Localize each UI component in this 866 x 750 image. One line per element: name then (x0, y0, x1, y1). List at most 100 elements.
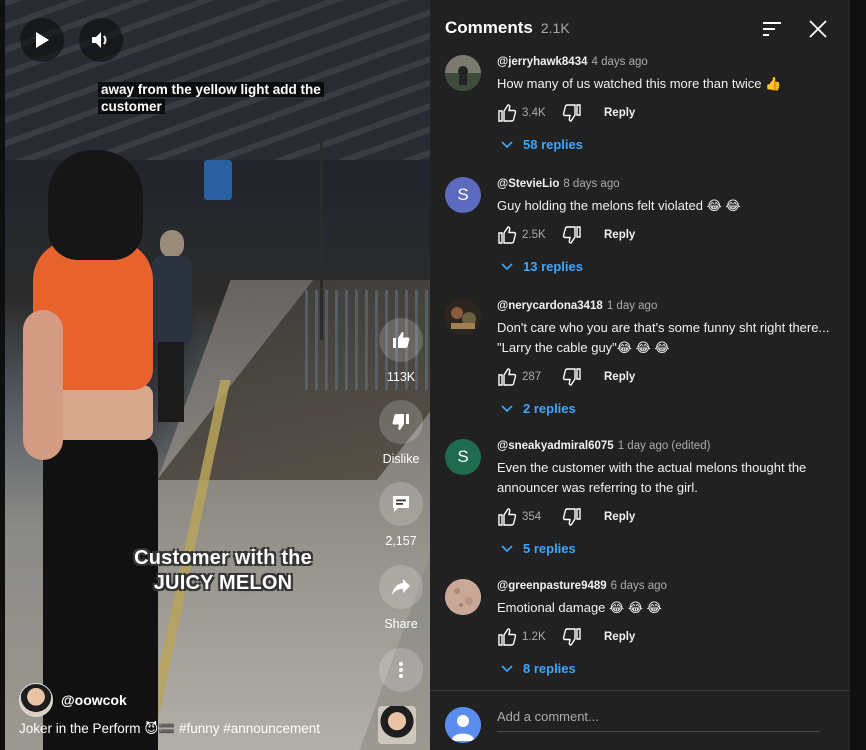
thumb-down-icon[interactable] (562, 507, 582, 527)
view-replies-button[interactable]: 13 replies (501, 259, 837, 274)
thumb-down-icon (392, 414, 409, 430)
view-replies-button[interactable]: 8 replies (501, 661, 837, 676)
avatar-photo-icon (445, 579, 481, 615)
dislike-button[interactable]: Dislike (374, 400, 428, 466)
comment-text: How many of us watched this more than tw… (497, 76, 782, 91)
comment-meta: @greenpasture9489 6 days ago (497, 579, 837, 593)
comment-avatar[interactable]: S (445, 177, 481, 213)
comment-time: 8 days ago (563, 178, 620, 190)
comment-count: 2,157 (385, 534, 417, 548)
comment-text: Even the customer with the actual melons… (497, 460, 807, 495)
comments-title: Comments (445, 18, 533, 37)
thumb-up-icon (393, 332, 410, 348)
reply-button[interactable]: Reply (604, 631, 635, 643)
more-vert-icon (399, 662, 403, 678)
comment-like-count: 287 (522, 371, 542, 383)
video-player[interactable]: away from the yellow light add the custo… (5, 0, 430, 750)
thumb-up-icon[interactable] (497, 507, 517, 527)
comment-avatar[interactable]: S (445, 439, 481, 475)
close-icon[interactable] (806, 17, 830, 41)
comment-author[interactable]: @jerryhawk8434 (497, 56, 588, 68)
comment-like-count: 2.5K (522, 229, 546, 241)
reply-button[interactable]: Reply (604, 371, 635, 383)
thumb-up-icon[interactable] (497, 103, 517, 123)
thumb-up-icon[interactable] (497, 367, 517, 387)
view-replies-button[interactable]: 58 replies (501, 137, 837, 152)
channel-name[interactable]: @oowcok (61, 692, 127, 708)
comment-author[interactable]: @nerycardona3418 (497, 300, 603, 312)
comment-avatar[interactable] (445, 579, 481, 615)
channel-avatar[interactable] (19, 683, 53, 717)
comment-time: 1 day ago (edited) (617, 440, 711, 452)
comment-meta: @jerryhawk8434 4 days ago (497, 55, 837, 69)
comment-author[interactable]: @sneakyadmiral6075 (497, 440, 614, 452)
chevron-down-icon (501, 664, 513, 672)
video-scene-lamp (204, 160, 232, 200)
sort-icon[interactable] (761, 19, 783, 39)
comment-time: 6 days ago (610, 580, 667, 592)
comment-text: Don't care who you are that's some funny… (497, 320, 830, 355)
avatar-photo-icon (445, 55, 481, 91)
comment-meta: @nerycardona3418 1 day ago (497, 299, 837, 313)
video-caption: away from the yellow light add the custo… (98, 81, 328, 115)
comment-icon (393, 496, 409, 512)
thumb-down-icon[interactable] (562, 627, 582, 647)
channel-info[interactable]: @oowcok (19, 683, 127, 717)
comment-like-count: 1.2K (522, 631, 546, 643)
avatar-photo-icon (445, 299, 481, 335)
like-count: 113K (386, 370, 416, 384)
comment-time: 1 day ago (606, 300, 658, 312)
view-replies-button[interactable]: 2 replies (501, 401, 837, 416)
reply-button[interactable]: Reply (604, 229, 635, 241)
shorts-page: away from the yellow light add the custo… (0, 0, 866, 750)
more-options-button[interactable] (374, 648, 428, 700)
comments-header: Comments 2.1K (445, 18, 570, 38)
sound-thumbnail[interactable] (378, 706, 416, 744)
video-description[interactable]: Joker in the Perform 😈🟰 #funny #announce… (19, 721, 320, 737)
reply-button[interactable]: Reply (604, 107, 635, 119)
volume-button[interactable] (79, 18, 123, 62)
share-label: Share (384, 617, 418, 631)
view-replies-button[interactable]: 5 replies (501, 541, 837, 556)
chevron-down-icon (501, 140, 513, 148)
comments-button[interactable]: 2,157 (374, 482, 428, 548)
chevron-down-icon (501, 262, 513, 270)
comment-time: 4 days ago (591, 56, 648, 68)
video-scene-woman (23, 150, 173, 750)
comments-panel: Comments 2.1K @jerryhawk8434 4 days ago H… (430, 0, 850, 750)
user-icon (445, 707, 481, 743)
play-icon (36, 32, 49, 48)
video-overlay-text: Customer with the JUICY MELON (134, 547, 312, 594)
comment-text: Guy holding the melons felt violated 😂 😂 (497, 198, 741, 213)
page-edge (850, 0, 866, 750)
chevron-down-icon (501, 544, 513, 552)
comment-avatar[interactable] (445, 55, 481, 91)
play-button[interactable] (20, 18, 64, 62)
comment-avatar[interactable] (445, 299, 481, 335)
comment-like-count: 3.4K (522, 107, 546, 119)
comment-author[interactable]: @StevieLio (497, 178, 559, 190)
chevron-down-icon (501, 404, 513, 412)
share-icon (392, 579, 410, 595)
comments-count: 2.1K (540, 20, 570, 36)
share-button[interactable]: Share (374, 565, 428, 631)
add-comment-input[interactable]: Add a comment... (497, 708, 820, 732)
current-user-avatar (445, 707, 481, 743)
reply-button[interactable]: Reply (604, 511, 635, 523)
volume-icon (92, 32, 107, 48)
video-scene-pole (320, 140, 323, 340)
comment-meta: @sneakyadmiral6075 1 day ago (edited) (497, 439, 837, 453)
thumb-down-icon[interactable] (562, 225, 582, 245)
add-comment-bar: Add a comment... (430, 690, 850, 750)
comment-author[interactable]: @greenpasture9489 (497, 580, 607, 592)
like-button[interactable]: 113K (374, 318, 428, 384)
comment-like-count: 354 (522, 511, 542, 523)
thumb-up-icon[interactable] (497, 627, 517, 647)
thumb-down-icon[interactable] (562, 103, 582, 123)
video-scene-roof (5, 0, 430, 160)
comment-text: Emotional damage 😂 😂 😂 (497, 600, 662, 615)
comment-meta: @StevieLio 8 days ago (497, 177, 837, 191)
thumb-up-icon[interactable] (497, 225, 517, 245)
thumb-down-icon[interactable] (562, 367, 582, 387)
dislike-label: Dislike (382, 452, 420, 466)
